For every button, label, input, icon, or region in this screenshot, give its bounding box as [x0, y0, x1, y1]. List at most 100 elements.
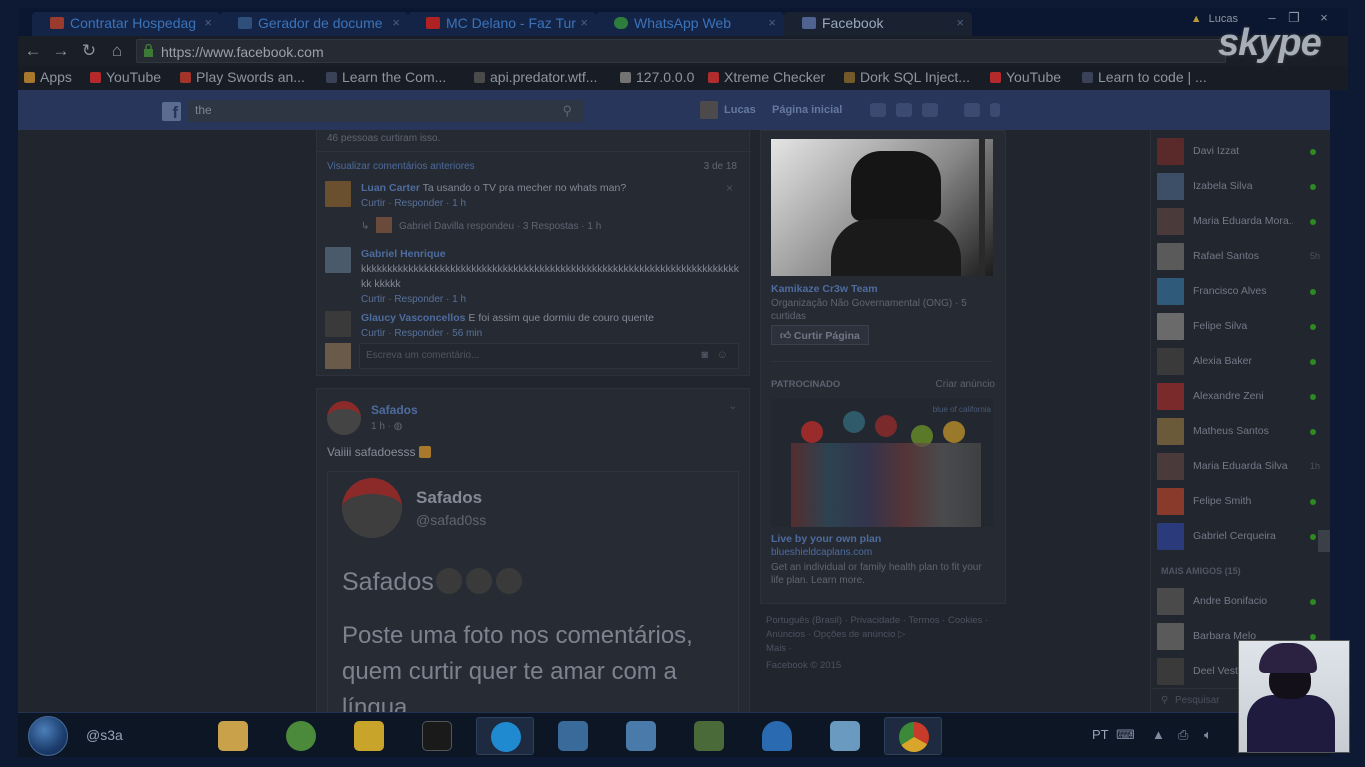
chat-friend[interactable]: Felipe Silva [1157, 311, 1322, 343]
comment-actions[interactable]: Curtir · Responder · 56 min [361, 328, 482, 339]
chat-friend[interactable]: Gabriel Cerqueira [1157, 521, 1322, 553]
facebook-search-input[interactable]: the ⚲ [188, 100, 584, 122]
close-icon[interactable]: × [726, 181, 733, 195]
ad-image[interactable]: blue of california [771, 399, 993, 527]
messages-icon[interactable] [896, 103, 912, 117]
bookmark-youtube[interactable]: YouTube [90, 69, 161, 85]
taskbar-skype[interactable] [476, 717, 534, 755]
tab-gerador[interactable]: Gerador de docume × [220, 12, 408, 36]
taskbar-keys[interactable] [680, 717, 738, 755]
avatar[interactable] [325, 311, 351, 337]
taskbar-share[interactable] [340, 717, 398, 755]
chat-friend[interactable]: Maria Eduarda Silva 1h [1157, 451, 1322, 483]
bookmark-swords[interactable]: Play Swords an... [180, 69, 305, 85]
start-button[interactable] [28, 716, 68, 756]
forward-icon[interactable]: → [50, 41, 72, 61]
chat-friend[interactable]: Davi Izzat [1157, 136, 1322, 168]
bookmark-youtube-2[interactable]: YouTube [990, 69, 1061, 85]
address-bar[interactable]: https://www.facebook.com [136, 39, 1226, 63]
footer-links[interactable]: Português (Brasil) · Privacidade · Termo… [766, 614, 994, 656]
bookmark-localhost[interactable]: 127.0.0.0 [620, 69, 694, 85]
friend-requests-icon[interactable] [870, 103, 886, 117]
language-indicator[interactable]: PT [1092, 727, 1109, 742]
chat-friend[interactable]: Matheus Santos [1157, 416, 1322, 448]
like-page-button[interactable]: 👍︎ Curtir Página [771, 325, 869, 345]
page-name[interactable]: Kamikaze Cr3w Team [771, 283, 878, 295]
reply-thread[interactable]: ↳ Gabriel Davilla respondeu · 3 Resposta… [361, 217, 601, 233]
tab-whatsapp[interactable]: WhatsApp Web × [596, 12, 784, 36]
view-previous-comments[interactable]: Visualizar comentários anteriores [327, 161, 475, 172]
tab-close-icon[interactable]: × [392, 15, 400, 30]
home-icon[interactable]: ⌂ [106, 41, 128, 61]
tab-close-icon[interactable]: × [956, 15, 964, 30]
avatar[interactable] [327, 401, 361, 435]
bookmark-dork-sql[interactable]: Dork SQL Inject... [844, 69, 970, 85]
privacy-lock-icon[interactable] [964, 103, 980, 117]
chat-friend[interactable]: Alexandre Zeni [1157, 381, 1322, 413]
comment-actions[interactable]: Curtir · Responder · 1 h [361, 294, 466, 305]
search-value[interactable]: the [195, 103, 212, 117]
tab-close-icon[interactable]: × [768, 15, 776, 30]
taskbar-notepad[interactable] [816, 717, 874, 755]
comment-input[interactable]: Escreva um comentário... ◙ ☺ [359, 343, 739, 369]
comment-author[interactable]: Glaucy Vasconcellos [361, 312, 465, 324]
taskbar-globe[interactable] [272, 717, 330, 755]
avatar[interactable] [700, 101, 718, 119]
create-ad-link[interactable]: Criar anúncio [936, 379, 995, 390]
facebook-logo-icon[interactable]: f [162, 102, 181, 122]
ad-domain[interactable]: blueshieldcaplans.com [771, 547, 872, 558]
chat-friend[interactable]: Felipe Smith [1157, 486, 1322, 518]
likes-count[interactable]: 46 pessoas curtiram isso. [327, 133, 440, 144]
bookmark-learn-code[interactable]: Learn to code | ... [1082, 69, 1207, 85]
taskbar-explorer[interactable] [204, 717, 262, 755]
bookmark-api-predator[interactable]: api.predator.wtf... [474, 69, 597, 85]
tab-facebook[interactable]: Facebook × [784, 12, 972, 36]
ad-choices-icon[interactable]: ▷ [895, 629, 905, 640]
camera-icon[interactable]: ◙ [701, 349, 708, 361]
chat-friend[interactable]: Andre Bonifacio [1157, 586, 1322, 618]
taskbar-chrome[interactable] [884, 717, 942, 755]
keyboard-icon[interactable]: ⌨ [1116, 727, 1135, 743]
avatar[interactable] [325, 247, 351, 273]
chat-friend[interactable]: Maria Eduarda Mora... [1157, 206, 1322, 238]
comment-author[interactable]: Luan Carter [361, 182, 420, 194]
taskbar-cmd[interactable] [408, 717, 466, 755]
notifications-icon[interactable] [922, 103, 938, 117]
bookmark-apps[interactable]: Apps [24, 69, 72, 85]
taskbar-network[interactable] [544, 717, 602, 755]
reload-icon[interactable]: ↻ [78, 41, 100, 61]
footer-more[interactable]: Mais · [766, 643, 792, 654]
chat-friend[interactable]: Izabela Silva [1157, 171, 1322, 203]
chat-friend[interactable]: Alexia Baker [1157, 346, 1322, 378]
url-text[interactable]: https://www.facebook.com [161, 44, 324, 60]
search-icon[interactable]: ⚲ [562, 103, 572, 119]
network-tray-icon[interactable]: ⎙ [1178, 727, 1188, 743]
taskbar-wireshark[interactable] [748, 717, 806, 755]
tab-close-icon[interactable]: × [580, 15, 588, 30]
nav-profile[interactable]: Lucas [724, 104, 756, 116]
post-author[interactable]: Safados [371, 403, 418, 417]
chat-friend[interactable]: Francisco Alves [1157, 276, 1322, 308]
ad-title[interactable]: Live by your own plan [771, 533, 881, 545]
chevron-down-icon[interactable]: ⌄ [729, 401, 737, 412]
chevron-up-icon[interactable]: ▲ [1152, 727, 1165, 742]
scrollbar-thumb[interactable] [1318, 530, 1330, 552]
comment-author[interactable]: Gabriel Henrique [361, 248, 446, 260]
embedded-tweet[interactable]: Safados @safad0ss Safados Poste uma foto… [327, 471, 739, 712]
taskbar-network-2[interactable] [612, 717, 670, 755]
volume-icon[interactable]: 🔈︎ [1204, 727, 1212, 743]
back-icon[interactable]: ← [22, 41, 44, 61]
nav-home[interactable]: Página inicial [772, 104, 842, 116]
comment-actions[interactable]: Curtir · Responder · 1 h [361, 198, 466, 209]
tab-youtube[interactable]: MC Delano - Faz Tur × [408, 12, 596, 36]
bookmark-learn-com[interactable]: Learn the Com... [326, 69, 446, 85]
chevron-down-icon[interactable] [990, 103, 1000, 117]
tab-hospedagem[interactable]: Contratar Hospedag × [32, 12, 220, 36]
tab-close-icon[interactable]: × [204, 15, 212, 30]
avatar[interactable] [325, 181, 351, 207]
bookmark-xtreme-checker[interactable]: Xtreme Checker [708, 69, 825, 85]
emoji-icon[interactable]: ☺ [717, 349, 728, 361]
post-time[interactable]: 1 h · ◍ [371, 421, 403, 432]
footer-links-text[interactable]: Português (Brasil) · Privacidade · Termo… [766, 615, 988, 640]
page-cover-image[interactable] [771, 139, 993, 276]
